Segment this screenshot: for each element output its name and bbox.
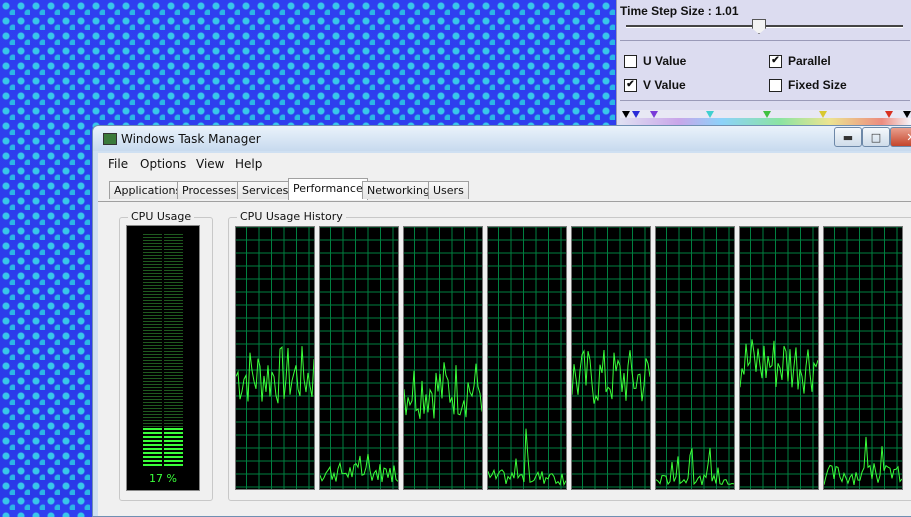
tab-users[interactable]: Users xyxy=(428,181,469,199)
fixed-size-label: Fixed Size xyxy=(788,78,847,92)
task-manager-window: Windows Task Manager ▬ □ ✕ File Options … xyxy=(92,125,911,517)
tab-services[interactable]: Services xyxy=(237,181,294,199)
cpu-history-plot xyxy=(824,227,902,489)
colormap-marker[interactable] xyxy=(706,111,714,118)
title-bar[interactable]: Windows Task Manager ▬ □ ✕ xyxy=(93,126,911,151)
menu-bar: File Options View Help xyxy=(98,153,911,175)
parameter-panel: Time Step Size : 1.01 U Value ✔ Parallel… xyxy=(616,0,911,125)
cpu-history-plot xyxy=(740,227,818,489)
tab-performance[interactable]: Performance xyxy=(288,178,368,200)
panel-divider-2 xyxy=(620,100,910,101)
colormap-marker[interactable] xyxy=(763,111,771,118)
window-title: Windows Task Manager xyxy=(121,132,261,146)
tab-strip: Applications Processes Services Performa… xyxy=(98,175,911,201)
cpu-meter-background xyxy=(143,234,183,428)
close-button[interactable]: ✕ xyxy=(890,127,911,147)
cpu-history-graph xyxy=(235,226,315,490)
time-step-label: Time Step Size : 1.01 xyxy=(620,4,739,18)
cpu-history-plot xyxy=(656,227,734,489)
cpu-usage-value: 17 % xyxy=(149,472,177,485)
close-icon: ✕ xyxy=(906,131,911,144)
colormap-marker[interactable] xyxy=(650,111,658,118)
cpu-usage-title: CPU Usage xyxy=(128,210,195,223)
parallel-checkbox-box[interactable]: ✔ xyxy=(769,54,782,68)
maximize-icon: □ xyxy=(870,130,882,144)
v-value-checkbox-box[interactable]: ✔ xyxy=(624,78,637,92)
tab-networking[interactable]: Networking xyxy=(362,181,435,199)
colormap-marker[interactable] xyxy=(819,111,827,118)
parallel-checkbox[interactable]: ✔ Parallel xyxy=(769,54,831,68)
cpu-history-plot xyxy=(320,227,398,489)
v-value-label: V Value xyxy=(643,78,686,92)
tab-processes[interactable]: Processes xyxy=(177,181,242,199)
fixed-size-checkbox[interactable]: Fixed Size xyxy=(769,78,847,92)
panel-divider xyxy=(620,40,910,41)
cpu-history-plot xyxy=(488,227,566,489)
fixed-size-checkbox-box[interactable] xyxy=(769,78,782,92)
colormap-gradient xyxy=(620,118,911,125)
menu-help[interactable]: Help xyxy=(235,157,262,171)
cpu-history-plot xyxy=(236,227,314,489)
cpu-meter-fill xyxy=(143,428,183,468)
cpu-history-plot xyxy=(572,227,650,489)
menu-options[interactable]: Options xyxy=(140,157,186,171)
tab-applications[interactable]: Applications xyxy=(109,181,187,199)
time-step-slider-thumb[interactable] xyxy=(752,19,766,34)
u-value-checkbox[interactable]: U Value xyxy=(624,54,686,68)
v-value-checkbox[interactable]: ✔ V Value xyxy=(624,78,686,92)
cpu-usage-meter: 17 % xyxy=(126,225,200,491)
cpu-history-graph xyxy=(571,226,651,490)
u-value-label: U Value xyxy=(643,54,687,68)
task-manager-icon xyxy=(103,133,117,145)
minimize-icon: ▬ xyxy=(842,130,854,144)
cpu-history-graph xyxy=(403,226,483,490)
colormap-marker[interactable] xyxy=(632,111,640,118)
colormap-editor[interactable] xyxy=(620,110,911,125)
cpu-history-title: CPU Usage History xyxy=(237,210,346,223)
parallel-label: Parallel xyxy=(788,54,831,68)
colormap-marker[interactable] xyxy=(622,111,630,118)
colormap-marker[interactable] xyxy=(885,111,893,118)
cpu-history-graph xyxy=(319,226,399,490)
cpu-history-graph xyxy=(487,226,567,490)
cpu-history-graph xyxy=(655,226,735,490)
cpu-history-graph xyxy=(739,226,819,490)
minimize-button[interactable]: ▬ xyxy=(834,127,862,147)
colormap-marker[interactable] xyxy=(903,111,911,118)
cpu-history-plot xyxy=(404,227,482,489)
maximize-button[interactable]: □ xyxy=(862,127,890,147)
menu-file[interactable]: File xyxy=(108,157,128,171)
u-value-checkbox-box[interactable] xyxy=(624,54,637,68)
cpu-history-graph xyxy=(823,226,903,490)
menu-view[interactable]: View xyxy=(196,157,224,171)
